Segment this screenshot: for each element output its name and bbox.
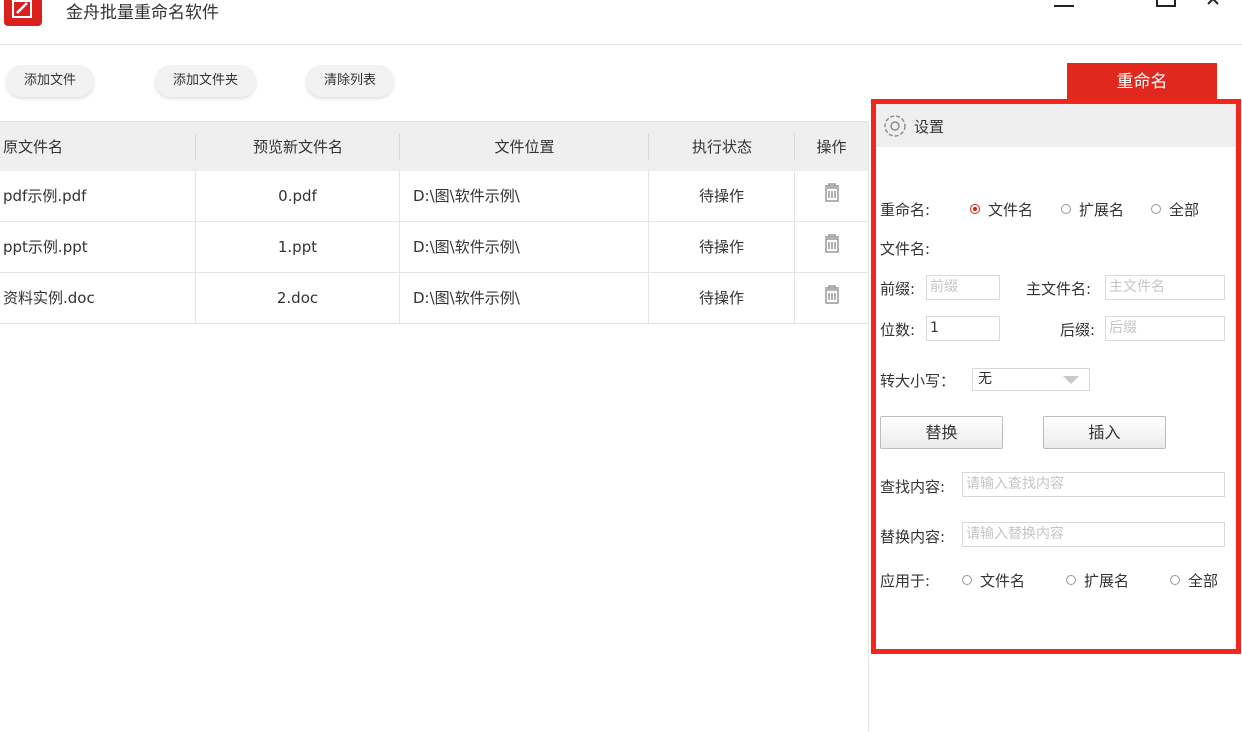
file-table: 原文件名 预览新文件名 文件位置 执行状态 操作 pdf示例.pdf 0.pdf… bbox=[0, 121, 868, 324]
app-title: 金舟批量重命名软件 bbox=[66, 3, 219, 23]
main-name-label: 主文件名: bbox=[1026, 280, 1092, 298]
col-action[interactable]: 操作 bbox=[795, 122, 868, 172]
suffix-input[interactable]: 后缀 bbox=[1105, 316, 1225, 341]
case-label: 转大小写： bbox=[880, 372, 956, 390]
insert-mode-button[interactable]: 插入 bbox=[1043, 416, 1166, 449]
rename-scope-label: 重命名: bbox=[880, 201, 931, 219]
location-cell: D:\图\软件示例\ bbox=[400, 273, 649, 323]
digits-label: 位数: bbox=[880, 321, 916, 339]
filename-section-label: 文件名: bbox=[880, 240, 931, 258]
replace-content-label: 替换内容: bbox=[880, 528, 946, 546]
trash-icon bbox=[824, 234, 839, 253]
replace-mode-button[interactable]: 替换 bbox=[880, 416, 1003, 449]
delete-row-button[interactable] bbox=[795, 222, 868, 272]
apply-filename-radio[interactable]: 文件名 bbox=[962, 570, 1025, 591]
app-logo-icon bbox=[4, 0, 42, 26]
panel-divider bbox=[868, 121, 869, 732]
trash-icon bbox=[824, 183, 839, 202]
preview-name-cell: 0.pdf bbox=[196, 171, 400, 221]
table-header: 原文件名 预览新文件名 文件位置 执行状态 操作 bbox=[0, 121, 868, 171]
rename-scope-extension-radio[interactable]: 扩展名 bbox=[1061, 199, 1124, 220]
chevron-down-icon bbox=[1063, 376, 1079, 384]
apply-extension-radio[interactable]: 扩展名 bbox=[1066, 570, 1129, 591]
rename-button[interactable]: 重命名 bbox=[1067, 63, 1217, 101]
trash-icon bbox=[824, 285, 839, 304]
digits-input[interactable]: 1 bbox=[926, 316, 1000, 341]
table-row[interactable]: ppt示例.ppt 1.ppt D:\图\软件示例\ 待操作 bbox=[0, 222, 868, 273]
minimize-button[interactable] bbox=[1050, 0, 1086, 16]
preview-name-cell: 1.ppt bbox=[196, 222, 400, 272]
location-cell: D:\图\软件示例\ bbox=[400, 171, 649, 221]
add-file-button[interactable]: 添加文件 bbox=[6, 65, 95, 97]
table-row[interactable]: pdf示例.pdf 0.pdf D:\图\软件示例\ 待操作 bbox=[0, 171, 868, 222]
rename-scope-all-radio[interactable]: 全部 bbox=[1151, 199, 1199, 220]
delete-row-button[interactable] bbox=[795, 171, 868, 221]
apply-all-radio[interactable]: 全部 bbox=[1170, 570, 1218, 591]
col-original-name[interactable]: 原文件名 bbox=[0, 122, 196, 172]
original-name-cell: pdf示例.pdf bbox=[0, 171, 196, 221]
rename-scope-filename-radio[interactable]: 文件名 bbox=[970, 199, 1033, 220]
case-select[interactable]: 无 bbox=[972, 368, 1090, 391]
find-content-label: 查找内容: bbox=[880, 478, 946, 496]
add-folder-button[interactable]: 添加文件夹 bbox=[155, 65, 257, 97]
preview-name-cell: 2.doc bbox=[196, 273, 400, 323]
main-name-input[interactable]: 主文件名 bbox=[1105, 275, 1225, 300]
location-cell: D:\图\软件示例\ bbox=[400, 222, 649, 272]
prefix-label: 前缀: bbox=[880, 280, 916, 298]
status-cell: 待操作 bbox=[649, 222, 795, 272]
col-preview-name[interactable]: 预览新文件名 bbox=[196, 122, 400, 172]
settings-panel: 设置 重命名: 文件名 扩展名 全部 文件名: 前缀: 前缀 主文件名: 主文件… bbox=[871, 99, 1241, 654]
status-cell: 待操作 bbox=[649, 171, 795, 221]
clear-list-button[interactable]: 清除列表 bbox=[306, 65, 395, 97]
apply-to-label: 应用于: bbox=[880, 572, 931, 590]
col-location[interactable]: 文件位置 bbox=[400, 122, 649, 172]
case-select-value: 无 bbox=[978, 371, 992, 387]
col-status[interactable]: 执行状态 bbox=[649, 122, 795, 172]
status-cell: 待操作 bbox=[649, 273, 795, 323]
replace-content-input[interactable]: 请输入替换内容 bbox=[962, 522, 1225, 547]
settings-header: 设置 bbox=[876, 104, 1236, 147]
original-name-cell: 资料实例.doc bbox=[0, 273, 196, 323]
settings-title: 设置 bbox=[914, 118, 945, 136]
title-bar: 金舟批量重命名软件 bbox=[0, 0, 1242, 45]
gear-icon bbox=[884, 115, 906, 137]
original-name-cell: ppt示例.ppt bbox=[0, 222, 196, 272]
prefix-input[interactable]: 前缀 bbox=[926, 275, 1000, 300]
delete-row-button[interactable] bbox=[795, 273, 868, 323]
maximize-button[interactable] bbox=[1148, 0, 1184, 16]
close-button[interactable] bbox=[1200, 0, 1236, 16]
table-row[interactable]: 资料实例.doc 2.doc D:\图\软件示例\ 待操作 bbox=[0, 273, 868, 324]
suffix-label: 后缀: bbox=[1060, 321, 1096, 339]
find-content-input[interactable]: 请输入查找内容 bbox=[962, 472, 1225, 497]
